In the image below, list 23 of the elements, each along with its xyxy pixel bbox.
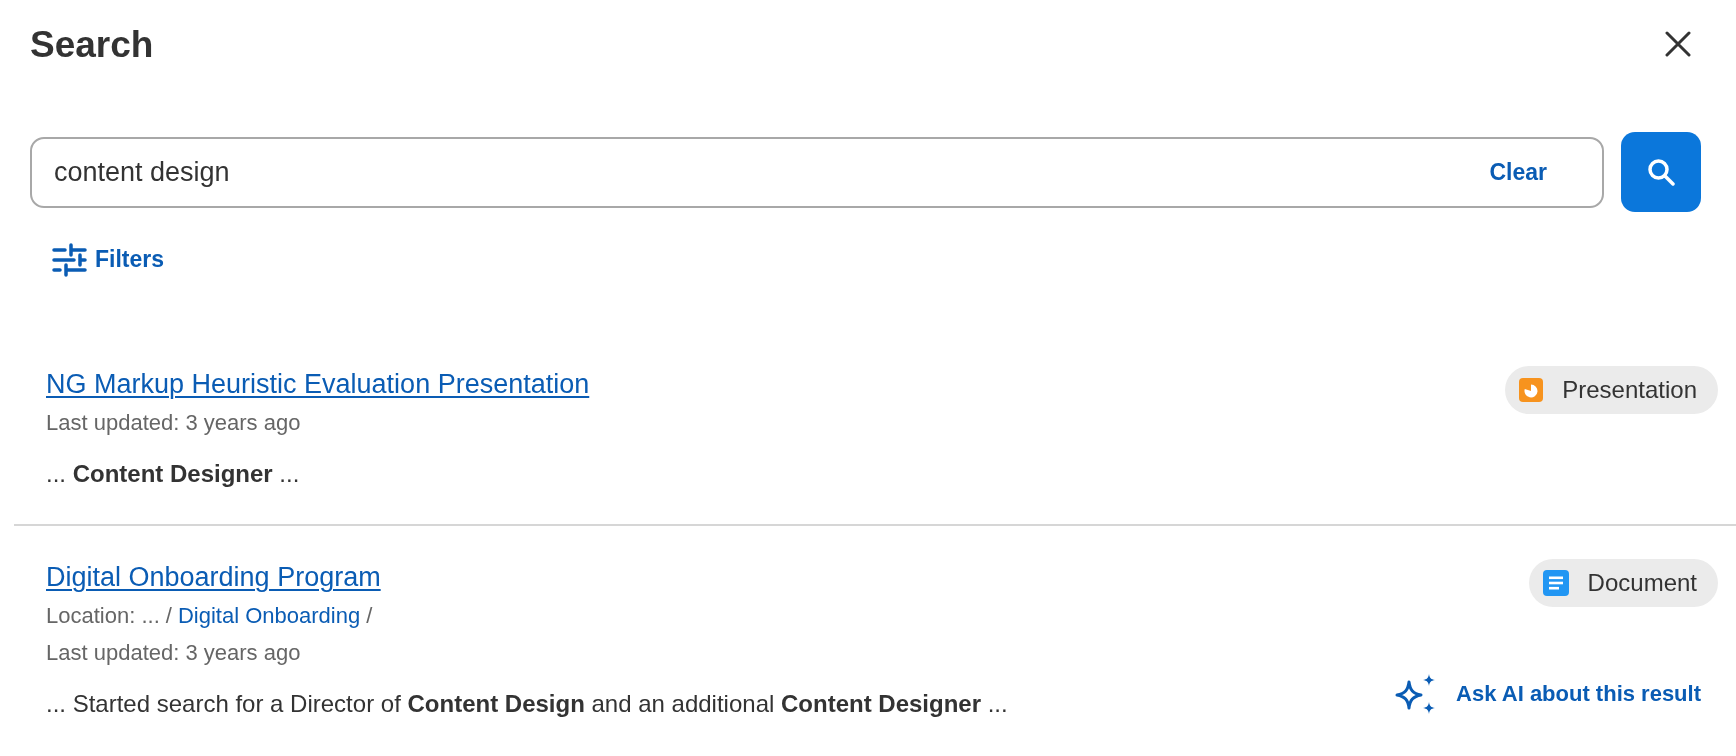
dialog-title: Search [30, 25, 154, 63]
sliders-icon [52, 242, 87, 277]
presentation-icon [1519, 378, 1544, 402]
type-label: Presentation [1562, 376, 1697, 404]
location-label: Location: ... / [46, 602, 172, 630]
document-icon [1542, 570, 1569, 596]
clear-button[interactable]: Clear [1489, 158, 1547, 186]
close-button[interactable] [1665, 31, 1691, 57]
last-updated-text: Last updated: 3 years ago [46, 409, 301, 437]
type-label: Document [1587, 569, 1697, 597]
result-title-link[interactable]: Digital Onboarding Program [46, 559, 381, 595]
result-title-link[interactable]: NG Markup Heuristic Evaluation Presentation [46, 366, 590, 402]
filters-button[interactable]: Filters [52, 242, 165, 277]
location-link[interactable]: Digital Onboarding [177, 600, 361, 632]
last-updated-text: Last updated: 3 years ago [46, 639, 301, 667]
search-icon [1647, 158, 1675, 186]
search-field[interactable]: content design Clear [30, 136, 1604, 208]
path-separator: / [366, 602, 373, 630]
search-button[interactable] [1621, 132, 1701, 212]
ask-ai-button[interactable]: Ask AI about this result [1395, 673, 1701, 715]
result-snippet: ... Content Designer ... [46, 459, 300, 489]
result-snippet: ... Started search for a Director of Content Design and an additional Content Designer ... [46, 689, 1008, 719]
close-icon [1665, 31, 1691, 57]
